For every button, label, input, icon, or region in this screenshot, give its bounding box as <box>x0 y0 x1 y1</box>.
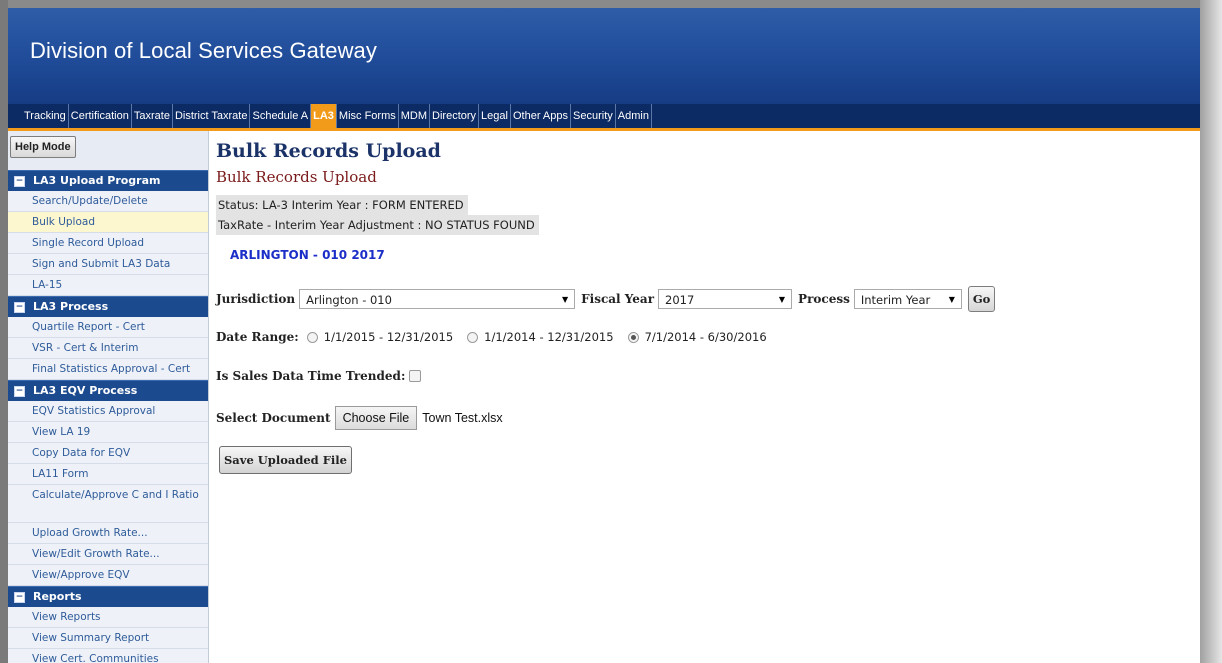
process-label: Process <box>798 292 850 306</box>
entity-heading: ARLINGTON - 010 2017 <box>230 248 385 262</box>
process-value: Interim Year <box>860 293 931 307</box>
sidebar-group-title: LA3 Upload Program <box>33 174 161 187</box>
nav-tab-la3[interactable]: LA3 <box>311 104 337 128</box>
jurisdiction-value: Arlington - 010 <box>306 293 392 307</box>
status-line-la3: Status: LA-3 Interim Year : FORM ENTERED <box>216 195 468 215</box>
date-range-option-2: 1/1/2014 - 12/31/2015 <box>484 330 614 344</box>
sidebar-group-la3-process[interactable]: − LA3 Process <box>8 296 208 317</box>
sidebar-item-view-edit-growth-rate[interactable]: View/Edit Growth Rate... <box>8 544 208 565</box>
sidebar-item-bulk-upload[interactable]: Bulk Upload <box>8 212 208 233</box>
fiscal-year-value: 2017 <box>665 293 695 307</box>
sidebar-item-view-reports[interactable]: View Reports <box>8 607 208 628</box>
jurisdiction-label: Jurisdiction <box>216 292 296 306</box>
sidebar-item-search-update-delete[interactable]: Search/Update/Delete <box>8 191 208 212</box>
collapse-icon[interactable]: − <box>14 175 25 187</box>
fiscal-year-select[interactable]: 2017 ▼ <box>658 289 793 309</box>
sidebar-item-upload-growth-rate[interactable]: Upload Growth Rate... <box>8 523 208 544</box>
time-trended-label: Is Sales Data Time Trended: <box>216 369 406 383</box>
time-trended-checkbox[interactable] <box>409 370 422 382</box>
choose-file-button[interactable]: Choose File <box>334 406 418 430</box>
selected-file-name: Town Test.xlsx <box>422 411 503 425</box>
page-subtitle: Bulk Records Upload <box>216 168 377 186</box>
window-top-edge <box>0 0 1222 8</box>
sidebar-group-title: LA3 Process <box>33 300 109 313</box>
nav-tab-mdm[interactable]: MDM <box>399 104 431 128</box>
sidebar-item-final-statistics-approval-cert[interactable]: Final Statistics Approval - Cert <box>8 359 208 380</box>
collapse-icon[interactable]: − <box>14 385 25 397</box>
nav-tab-other-apps[interactable]: Other Apps <box>511 104 572 128</box>
sidebar-item-quartile-report-cert[interactable]: Quartile Report - Cert <box>8 317 208 338</box>
sidebar-item-single-record-upload[interactable]: Single Record Upload <box>8 233 208 254</box>
nav-tab-directory[interactable]: Directory <box>430 104 480 128</box>
select-document-row: Select Document Choose File Town Test.xl… <box>216 406 503 430</box>
app-window: Division of Local Services Gateway Track… <box>8 8 1200 663</box>
header-banner: Division of Local Services Gateway <box>8 8 1200 104</box>
top-nav: Tracking Certification Taxrate District Tax… <box>8 104 1200 131</box>
date-range-radio-1[interactable] <box>306 331 318 343</box>
sidebar-item-la11-form[interactable]: LA11 Form <box>8 464 208 485</box>
collapse-icon[interactable]: − <box>14 591 25 603</box>
sidebar-item-la-15[interactable]: LA-15 <box>8 275 208 296</box>
nav-tab-taxrate[interactable]: Taxrate <box>132 104 173 128</box>
date-range-option-3: 7/1/2014 - 6/30/2016 <box>644 330 767 344</box>
sidebar-item-view-la-19[interactable]: View LA 19 <box>8 422 208 443</box>
window-right-edge <box>1200 0 1222 663</box>
filter-row: Jurisdiction Arlington - 010 ▼ Fiscal Ye… <box>216 286 996 312</box>
collapse-icon[interactable]: − <box>14 301 25 313</box>
date-range-row: Date Range: 1/1/2015 - 12/31/2015 1/1/20… <box>216 330 767 344</box>
sidebar-menu: − LA3 Upload Program Search/Update/Delete B… <box>8 170 208 663</box>
nav-tab-tracking[interactable]: Tracking <box>22 104 69 128</box>
window-left-edge <box>0 0 8 663</box>
sidebar-group-la3-upload-program[interactable]: − LA3 Upload Program <box>8 170 208 191</box>
page-title: Bulk Records Upload <box>216 140 441 162</box>
app-title: Division of Local Services Gateway <box>30 38 377 63</box>
jurisdiction-select[interactable]: Arlington - 010 ▼ <box>299 289 576 309</box>
sidebar-item-calculate-approve-c-and-i-ratio[interactable]: Calculate/Approve C and I Ratio <box>8 485 208 523</box>
sidebar-group-title: LA3 EQV Process <box>33 384 138 397</box>
date-range-radio-2[interactable] <box>467 331 479 343</box>
date-range-option-1: 1/1/2015 - 12/31/2015 <box>323 330 454 344</box>
date-range-label: Date Range: <box>216 330 299 344</box>
save-uploaded-file-button[interactable]: Save Uploaded File <box>219 446 352 474</box>
help-mode-button[interactable]: Help Mode <box>10 136 76 158</box>
go-button[interactable]: Go <box>967 286 996 312</box>
nav-items: Tracking Certification Taxrate District Tax… <box>22 104 652 128</box>
chevron-down-icon: ▼ <box>778 295 786 304</box>
nav-tab-district-taxrate[interactable]: District Taxrate <box>173 104 251 128</box>
fiscal-year-label: Fiscal Year <box>581 292 655 306</box>
nav-tab-schedule-a[interactable]: Schedule A <box>250 104 312 128</box>
sidebar-group-title: Reports <box>33 590 82 603</box>
date-range-radio-3[interactable] <box>627 331 639 343</box>
main-content: Bulk Records Upload Bulk Records Upload … <box>216 131 1196 663</box>
sidebar-item-view-summary-report[interactable]: View Summary Report <box>8 628 208 649</box>
sidebar-group-reports[interactable]: − Reports <box>8 586 208 607</box>
select-document-label: Select Document <box>216 411 331 425</box>
sidebar: Help Mode − LA3 Upload Program Search/Upda… <box>8 131 209 663</box>
sidebar-item-copy-data-for-eqv[interactable]: Copy Data for EQV <box>8 443 208 464</box>
nav-tab-misc-forms[interactable]: Misc Forms <box>337 104 399 128</box>
status-line-taxrate: TaxRate - Interim Year Adjustment : NO S… <box>216 215 539 235</box>
sidebar-item-view-cert-communities[interactable]: View Cert. Communities <box>8 649 208 663</box>
nav-tab-security[interactable]: Security <box>571 104 616 128</box>
nav-tab-certification[interactable]: Certification <box>69 104 132 128</box>
time-trended-row: Is Sales Data Time Trended: <box>216 369 422 383</box>
sidebar-item-eqv-statistics-approval[interactable]: EQV Statistics Approval <box>8 401 208 422</box>
chevron-down-icon: ▼ <box>561 295 569 304</box>
chevron-down-icon: ▼ <box>948 295 955 304</box>
nav-tab-legal[interactable]: Legal <box>479 104 511 128</box>
sidebar-item-view-approve-eqv[interactable]: View/Approve EQV <box>8 565 208 586</box>
process-select[interactable]: Interim Year ▼ <box>853 289 962 309</box>
sidebar-item-sign-and-submit-la3-data[interactable]: Sign and Submit LA3 Data <box>8 254 208 275</box>
nav-tab-admin[interactable]: Admin <box>616 104 652 128</box>
sidebar-group-la3-eqv-process[interactable]: − LA3 EQV Process <box>8 380 208 401</box>
sidebar-item-vsr-cert-interim[interactable]: VSR - Cert & Interim <box>8 338 208 359</box>
